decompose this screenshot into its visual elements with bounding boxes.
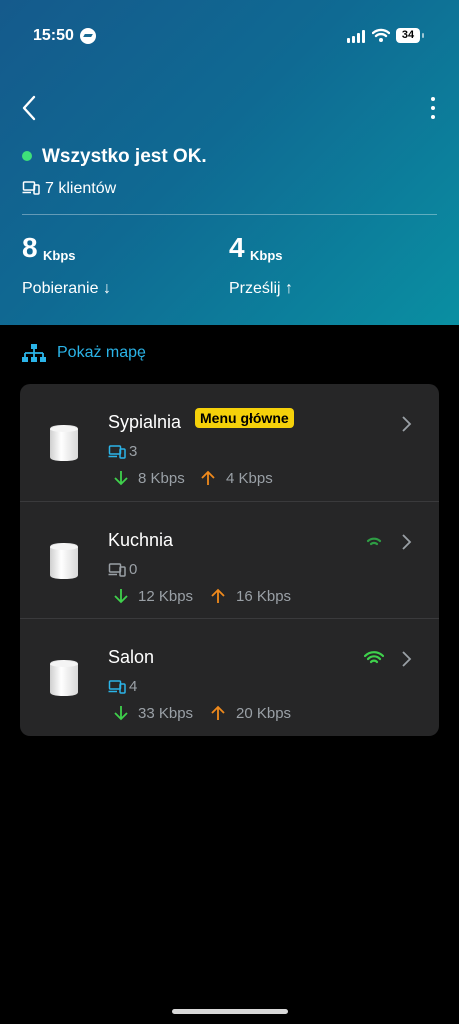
header-panel: 15:50 34 Wszystko jest OK. 7 klientów 8 … — [0, 0, 459, 325]
header-divider — [22, 214, 437, 215]
upload-rate: 16 Kbps — [236, 588, 292, 605]
download-speed-value: 8 — [22, 232, 38, 263]
messenger-icon — [80, 28, 96, 44]
main-menu-badge: Menu główne — [195, 408, 294, 428]
device-client-count: 4 — [129, 678, 138, 695]
battery-indicator: 34 — [396, 28, 424, 43]
device-client-count: 3 — [129, 443, 138, 460]
status-time: 15:50 — [33, 27, 74, 44]
device-name: Kuchnia — [108, 530, 174, 550]
upload-label: Prześlij ↑ — [229, 280, 294, 297]
device-name: Sypialnia — [108, 412, 182, 432]
wifi-status-icon — [372, 28, 390, 42]
download-speed-unit: Kbps — [43, 248, 76, 263]
download-rate: 8 Kbps — [138, 470, 185, 487]
clients-icon — [108, 445, 126, 459]
more-options-button[interactable] — [419, 92, 447, 124]
show-map-link[interactable]: Pokaż mapę — [57, 344, 146, 362]
device-name: Salon — [108, 647, 155, 667]
download-rate: 12 Kbps — [138, 588, 194, 605]
home-indicator[interactable] — [172, 1009, 288, 1014]
download-label: Pobieranie ↓ — [22, 280, 111, 297]
clients-icon — [108, 563, 126, 577]
wifi-signal-icon — [366, 537, 382, 546]
deco-device-icon — [50, 425, 78, 461]
download-rate: 33 Kbps — [138, 705, 194, 722]
upload-arrow-icon — [211, 588, 225, 603]
chevron-right-icon — [402, 651, 412, 667]
back-button[interactable] — [15, 92, 45, 124]
devices-card: Sypialnia Menu główne 3 8 Kbps 4 Kbps Ku… — [20, 384, 439, 736]
download-arrow-icon — [114, 706, 128, 721]
network-map-icon[interactable] — [22, 343, 46, 365]
clients-count: 7 klientów — [45, 180, 117, 197]
device-client-count: 0 — [129, 561, 138, 578]
upload-arrow-icon — [201, 470, 215, 485]
chevron-right-icon — [402, 416, 412, 432]
device-row-sypialnia[interactable]: Sypialnia Menu główne 3 8 Kbps 4 Kbps — [20, 384, 439, 501]
device-row-salon[interactable]: Salon 4 33 Kbps 20 Kbps — [20, 618, 439, 736]
upload-speed-unit: Kbps — [250, 248, 283, 263]
deco-device-icon — [50, 543, 78, 579]
upload-rate: 4 Kbps — [226, 470, 273, 487]
status-bar: 15:50 34 — [0, 0, 459, 72]
chevron-right-icon — [402, 534, 412, 550]
device-row-kuchnia[interactable]: Kuchnia 0 12 Kbps 16 Kbps — [20, 501, 439, 619]
status-ok-dot — [22, 151, 32, 161]
deco-device-icon — [50, 660, 78, 696]
upload-rate: 20 Kbps — [236, 705, 292, 722]
cellular-signal-icon — [347, 30, 367, 43]
wifi-signal-icon — [364, 651, 384, 664]
network-status-title: Wszystko jest OK. — [42, 146, 207, 167]
upload-speed-value: 4 — [229, 232, 245, 263]
clients-icon — [108, 680, 126, 694]
download-arrow-icon — [114, 471, 128, 486]
clients-icon — [22, 181, 40, 195]
download-arrow-icon — [114, 589, 128, 604]
upload-arrow-icon — [211, 705, 225, 720]
